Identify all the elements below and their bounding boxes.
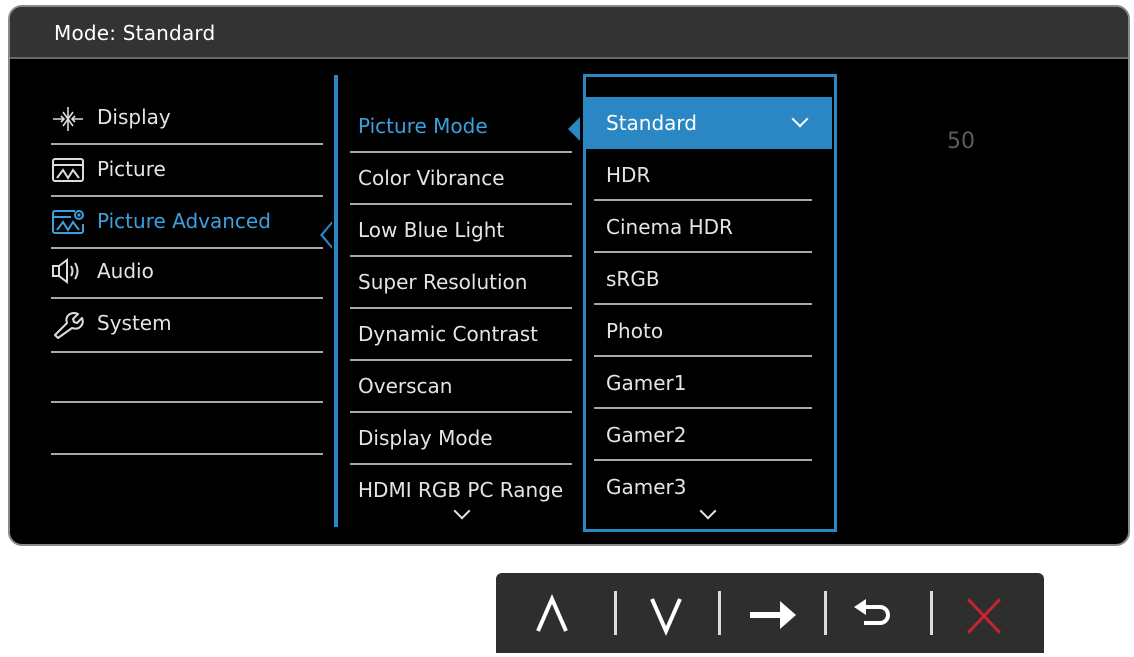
menu-item-system[interactable]: System: [51, 299, 323, 353]
option-hdr[interactable]: HDR: [594, 149, 812, 201]
menu-item-label: Picture: [97, 157, 166, 181]
submenu-item-picture-mode[interactable]: Picture Mode: [350, 101, 572, 153]
picture-advanced-icon: [52, 210, 84, 234]
back-key[interactable]: [826, 573, 926, 653]
option-gamer2[interactable]: Gamer2: [594, 409, 812, 461]
up-icon: [536, 594, 568, 632]
option-standard[interactable]: Standard: [586, 97, 832, 149]
mode-title: Mode: Standard: [54, 21, 216, 45]
option-srgb[interactable]: sRGB: [594, 253, 812, 305]
down-icon: [650, 598, 682, 636]
selection-pointer-icon: [568, 117, 580, 141]
submenu-item-dynamic-contrast[interactable]: Dynamic Contrast: [350, 309, 572, 361]
sub-menu: Picture Mode Color Vibrance Low Blue Lig…: [340, 75, 572, 527]
selection-pointer-icon: [320, 221, 332, 249]
submenu-item-label: Super Resolution: [358, 270, 528, 294]
submenu-item-label: Picture Mode: [358, 114, 488, 138]
setting-value: 50: [947, 129, 975, 154]
menu-item-empty: [51, 353, 323, 403]
close-icon: [966, 597, 1002, 635]
option-label: Gamer1: [606, 371, 687, 395]
submenu-item-overscan[interactable]: Overscan: [350, 361, 572, 413]
option-photo[interactable]: Photo: [594, 305, 812, 357]
menu-item-audio[interactable]: Audio: [51, 249, 323, 299]
submenu-item-low-blue-light[interactable]: Low Blue Light: [350, 205, 572, 257]
wrench-icon: [54, 312, 84, 339]
key-separator: [930, 591, 933, 635]
audio-icon: [52, 258, 79, 284]
menu-item-label: Picture Advanced: [97, 209, 271, 233]
enter-key[interactable]: [722, 573, 822, 653]
option-label: sRGB: [606, 267, 660, 291]
menu-item-label: Audio: [97, 259, 154, 283]
down-key[interactable]: [618, 573, 718, 653]
option-label: Cinema HDR: [606, 215, 733, 239]
key-separator: [614, 591, 617, 635]
arrow-right-icon: [750, 601, 796, 629]
submenu-item-label: HDMI RGB PC Range: [358, 478, 564, 502]
key-separator: [718, 591, 721, 635]
submenu-item-label: Display Mode: [358, 426, 493, 450]
submenu-divider: [334, 75, 338, 527]
menu-item-label: System: [97, 311, 172, 335]
osd-menu-window: Mode: Standard Display Picture Picture A…: [8, 5, 1130, 546]
option-gamer3[interactable]: Gamer3: [594, 461, 812, 513]
menu-item-label: Display: [97, 105, 171, 129]
option-label: Standard: [606, 111, 697, 135]
menu-item-picture-advanced[interactable]: Picture Advanced: [51, 197, 323, 249]
menu-item-display[interactable]: Display: [51, 93, 323, 145]
option-label: Gamer3: [606, 475, 687, 499]
checkmark-icon: [791, 110, 809, 128]
back-icon: [854, 599, 890, 625]
option-label: Gamer2: [606, 423, 687, 447]
menu-item-empty: [51, 403, 323, 455]
submenu-item-color-vibrance[interactable]: Color Vibrance: [350, 153, 572, 205]
picture-icon: [52, 158, 84, 182]
picture-mode-options: Standard HDR Cinema HDR sRGB Photo Gamer…: [583, 74, 837, 532]
submenu-item-label: Color Vibrance: [358, 166, 505, 190]
submenu-item-super-resolution[interactable]: Super Resolution: [350, 257, 572, 309]
option-label: HDR: [606, 163, 651, 187]
menu-item-picture[interactable]: Picture: [51, 145, 323, 197]
submenu-item-label: Low Blue Light: [358, 218, 505, 242]
display-icon: [53, 107, 83, 131]
option-gamer1[interactable]: Gamer1: [594, 357, 812, 409]
submenu-item-label: Dynamic Contrast: [358, 322, 539, 346]
option-label: Photo: [606, 319, 664, 343]
option-cinema-hdr[interactable]: Cinema HDR: [594, 201, 812, 253]
submenu-item-display-mode[interactable]: Display Mode: [350, 413, 572, 465]
up-key[interactable]: [504, 573, 604, 653]
submenu-item-label: Overscan: [358, 374, 453, 398]
mode-header: Mode: Standard: [10, 7, 1128, 59]
control-key-bar: [496, 573, 1044, 653]
main-menu: Display Picture Picture Advanced Audio S…: [51, 93, 323, 455]
exit-key[interactable]: [936, 573, 1036, 653]
